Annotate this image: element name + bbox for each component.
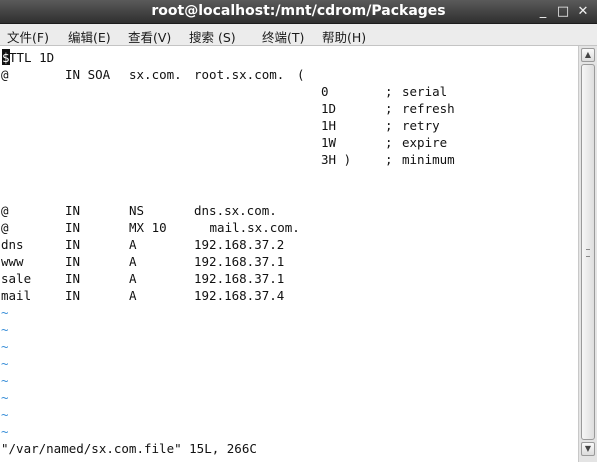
record-name: @ <box>1 220 9 235</box>
soa-param-line: 1D ; refresh <box>1 100 455 117</box>
soa-param-label: minimum <box>402 152 455 167</box>
record-data: mail.sx.com. <box>202 220 300 235</box>
soa-param-sep: ; <box>385 84 393 99</box>
soa-param-label: expire <box>402 135 448 150</box>
scroll-up-icon[interactable]: ▲ <box>581 48 595 62</box>
grip-icon <box>586 249 590 257</box>
soa-param-line: 1W ; expire <box>1 134 447 151</box>
record-name: sale <box>1 271 32 286</box>
soa-param-value: 0 <box>321 84 329 99</box>
menu-edit[interactable]: 编辑(E) <box>68 27 111 46</box>
soa-param-sep: ; <box>385 101 393 116</box>
soa-class: IN SOA <box>65 67 111 82</box>
empty-line-tilde: ~ <box>1 407 9 422</box>
record-data: 192.168.37.2 <box>194 237 285 252</box>
soa-param-label: refresh <box>402 101 455 116</box>
empty-line-tilde: ~ <box>1 390 9 405</box>
soa-param-value: 3H ) <box>321 152 352 167</box>
soa-param-value: 1W <box>321 135 337 150</box>
record-data: dns.sx.com. <box>194 203 277 218</box>
empty-line-tilde: ~ <box>1 339 9 354</box>
minimize-button[interactable]: _ <box>534 3 552 21</box>
record-line: sale IN A 192.168.37.1 <box>1 270 284 287</box>
record-line: www IN A 192.168.37.1 <box>1 253 284 270</box>
soa-param-label: retry <box>402 118 440 133</box>
close-button[interactable]: ✕ <box>574 3 592 21</box>
soa-param-value: 1D <box>321 101 337 116</box>
soa-param-line: 0 ; serial <box>1 83 447 100</box>
soa-primary: sx.com. <box>129 67 182 82</box>
record-type: NS <box>129 203 145 218</box>
soa-param-sep: ; <box>385 152 393 167</box>
record-class: IN <box>65 203 81 218</box>
record-class: IN <box>65 288 81 303</box>
soa-param-value: 1H <box>321 118 337 133</box>
empty-line-tilde: ~ <box>1 356 9 371</box>
soa-param-label: serial <box>402 84 448 99</box>
window-title: root@localhost:/mnt/cdrom/Packages <box>151 3 446 19</box>
menu-bar: 文件(F) 编辑(E) 查看(V) 搜索 (S) 终端(T) 帮助(H) <box>0 24 597 46</box>
record-type: A <box>129 288 137 303</box>
menu-terminal[interactable]: 终端(T) <box>262 27 304 46</box>
ttl-text: TTL 1D <box>9 50 55 65</box>
scroll-down-icon[interactable]: ▼ <box>581 442 595 456</box>
soa-paren: ( <box>297 67 305 82</box>
record-line: @ IN NS dns.sx.com. <box>1 202 277 219</box>
record-line: dns IN A 192.168.37.2 <box>1 236 284 253</box>
record-data: 192.168.37.1 <box>194 254 285 269</box>
record-name: www <box>1 254 24 269</box>
ttl-line: $ TTL 1D <box>1 49 54 66</box>
record-class: IN <box>65 220 81 235</box>
status-line: "/var/named/sx.com.file" 15L, 266C <box>1 441 257 456</box>
record-type: A <box>129 271 137 286</box>
record-type: A <box>129 237 137 252</box>
soa-param-sep: ; <box>385 135 393 150</box>
empty-line-tilde: ~ <box>1 305 9 320</box>
scrollbar-thumb[interactable] <box>581 64 595 440</box>
terminal-area[interactable]: $ TTL 1D @ IN SOA sx.com. root.sx.com. (… <box>0 46 578 462</box>
record-name: mail <box>1 288 32 303</box>
soa-param-sep: ; <box>385 118 393 133</box>
record-type: MX 10 <box>129 220 167 235</box>
soa-admin: root.sx.com. <box>194 67 285 82</box>
record-class: IN <box>65 254 81 269</box>
record-data: 192.168.37.4 <box>194 288 285 303</box>
record-name: @ <box>1 203 9 218</box>
record-line: mail IN A 192.168.37.4 <box>1 287 284 304</box>
empty-line-tilde: ~ <box>1 373 9 388</box>
menu-view[interactable]: 查看(V) <box>128 27 171 46</box>
soa-name: @ <box>1 67 9 82</box>
menu-search[interactable]: 搜索 (S) <box>189 27 236 46</box>
maximize-button[interactable]: □ <box>554 3 572 21</box>
record-type: A <box>129 254 137 269</box>
menu-help[interactable]: 帮助(H) <box>322 27 366 46</box>
empty-line-tilde: ~ <box>1 424 9 439</box>
title-bar: root@localhost:/mnt/cdrom/Packages _ □ ✕ <box>0 0 597 24</box>
record-class: IN <box>65 237 81 252</box>
menu-file[interactable]: 文件(F) <box>7 27 49 46</box>
record-class: IN <box>65 271 81 286</box>
soa-param-line: 1H ; retry <box>1 117 440 134</box>
soa-param-line: 3H ) ; minimum <box>1 151 455 168</box>
soa-line: @ IN SOA sx.com. root.sx.com. ( <box>1 66 305 83</box>
vertical-scrollbar[interactable]: ▲ ▼ <box>578 46 597 462</box>
record-name: dns <box>1 237 24 252</box>
record-data: 192.168.37.1 <box>194 271 285 286</box>
empty-line-tilde: ~ <box>1 322 9 337</box>
record-line: @ IN MX 10 mail.sx.com. <box>1 219 300 236</box>
